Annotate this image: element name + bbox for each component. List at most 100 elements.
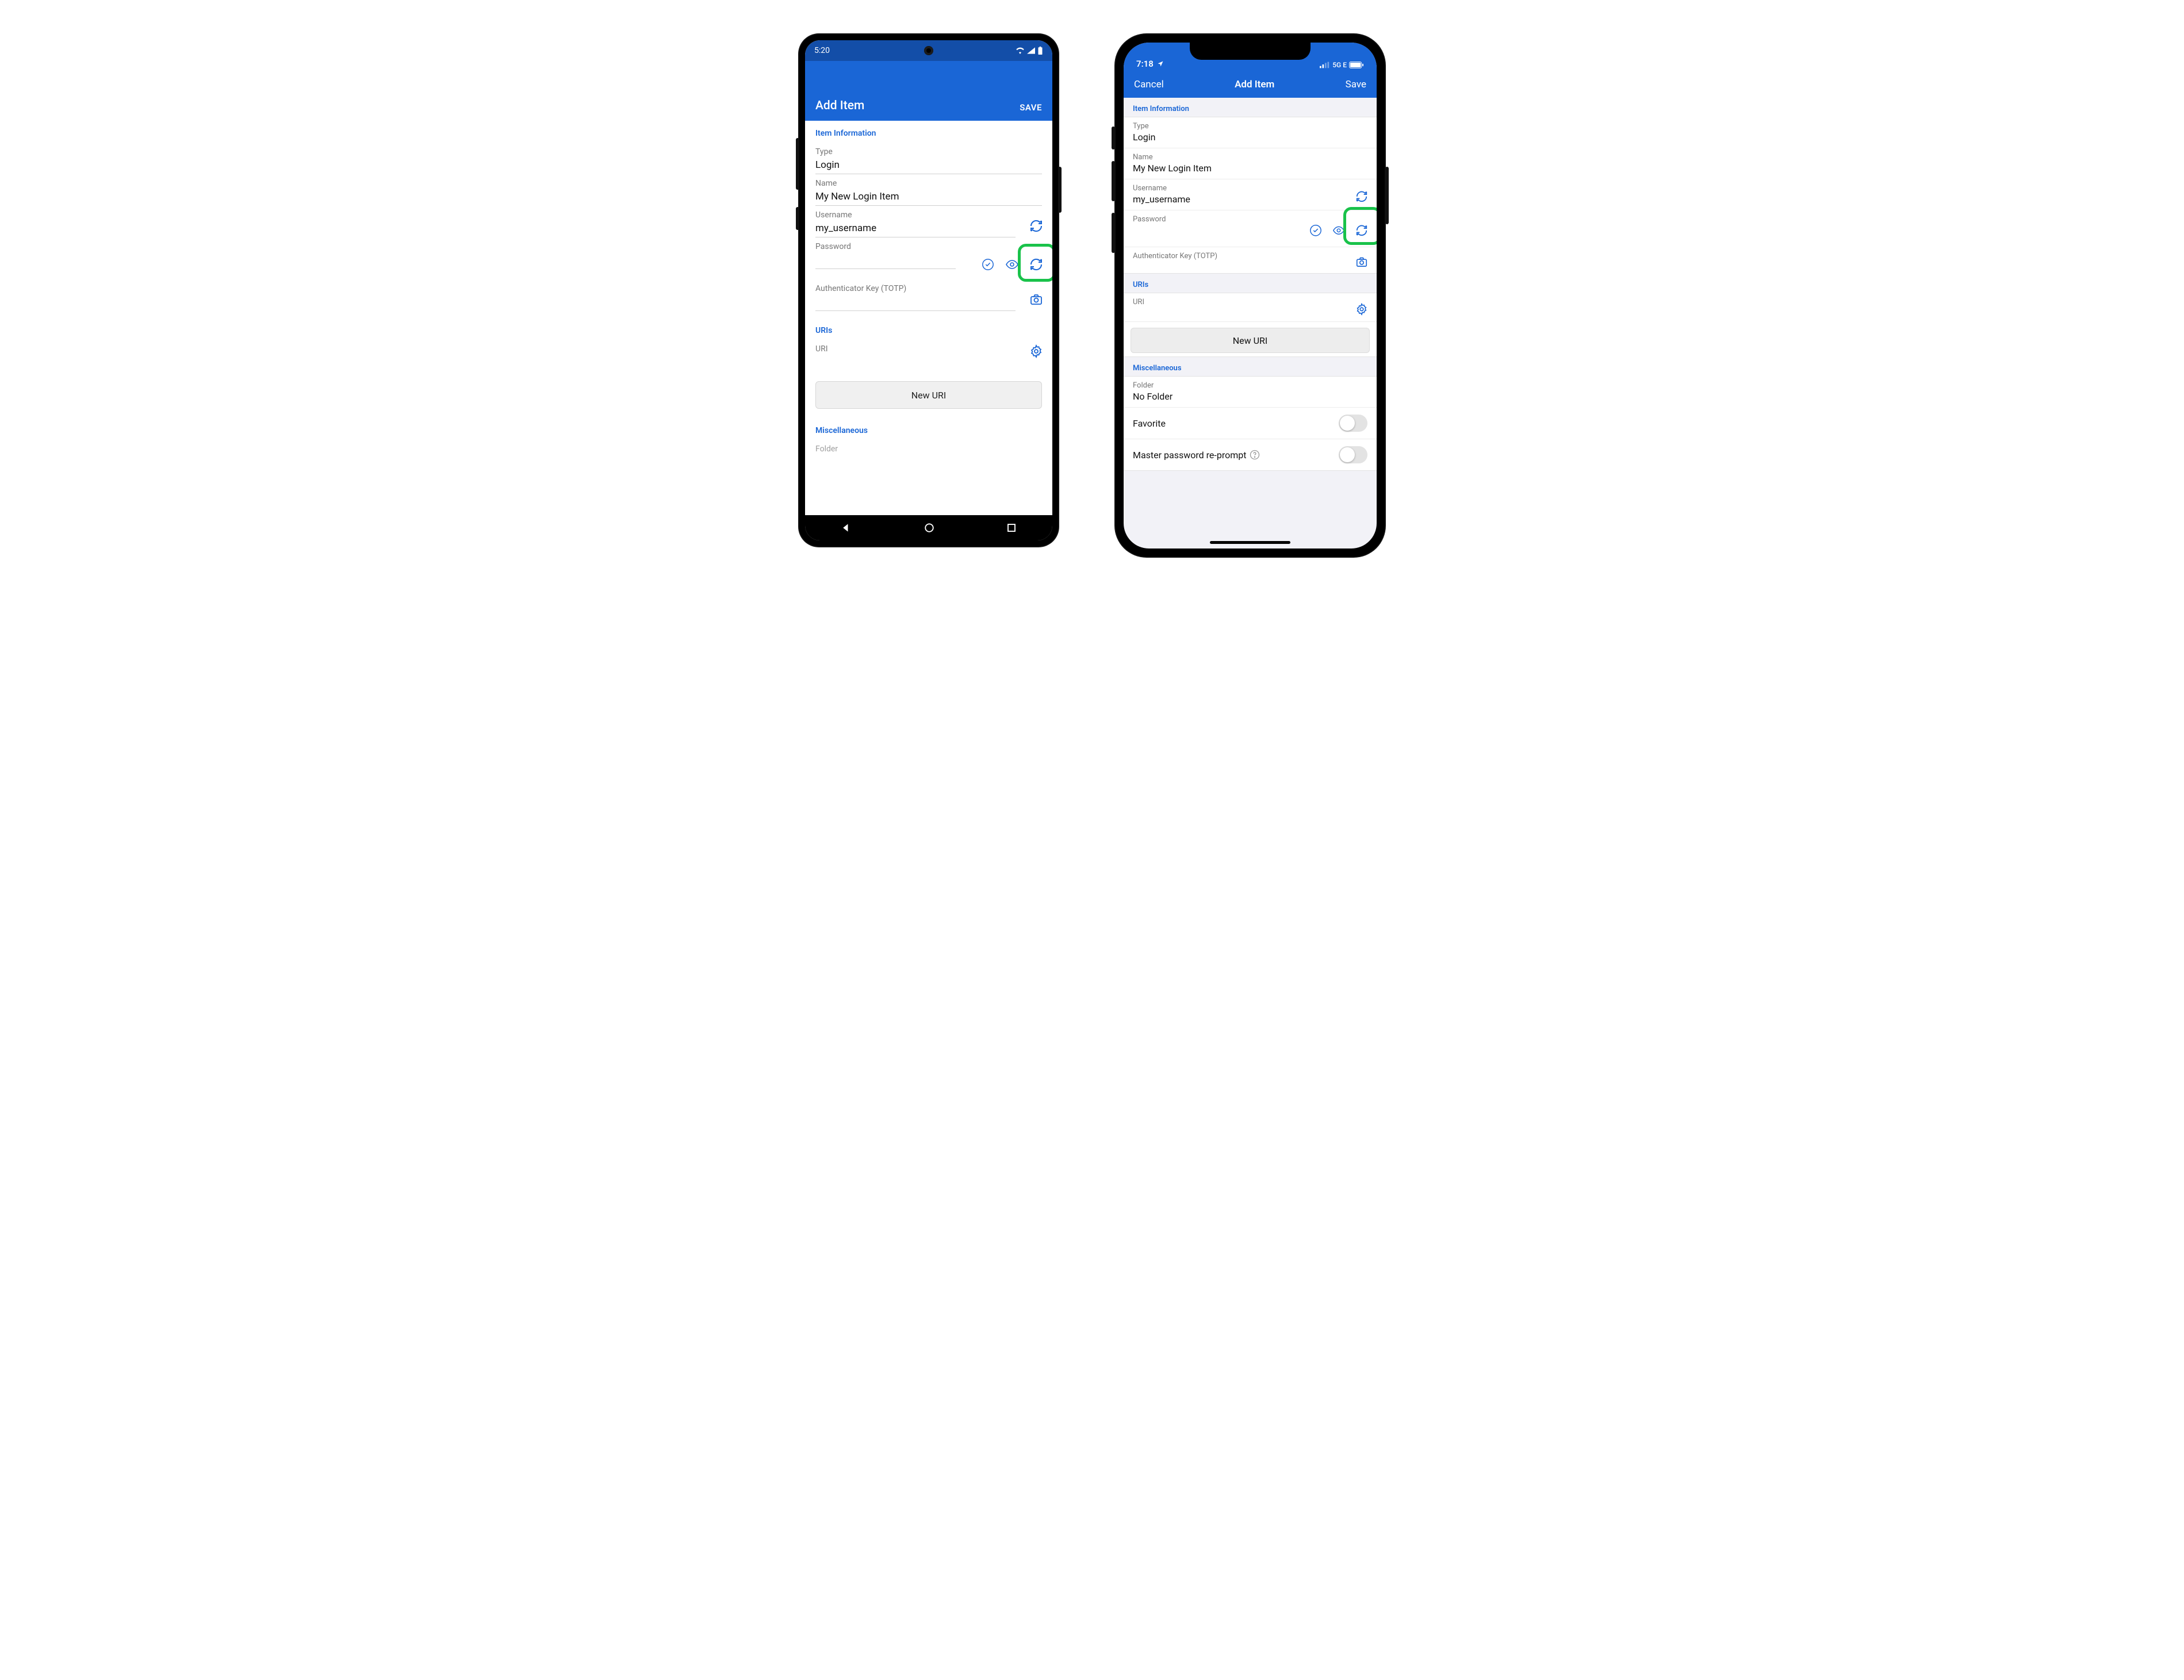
type-field[interactable]: Type Login [1124,117,1377,148]
username-label: Username [815,210,1042,220]
new-uri-label: New URI [1233,335,1267,346]
type-value: Login [1133,131,1367,143]
username-field[interactable]: Username my_username [805,206,1052,237]
username-field[interactable]: Username my_username [1124,179,1377,210]
eye-icon [1332,224,1345,236]
section-header-item-info: Item Information [1124,98,1377,117]
password-label: Password [815,242,1042,251]
help-icon[interactable] [1250,450,1260,460]
ios-device-frame: 7:18 5G E Cancel Add Item [1116,34,1385,557]
signal-icon [1320,62,1330,68]
new-uri-button[interactable]: New URI [1131,328,1370,353]
android-side-button [796,207,799,230]
ios-nav-bar: Cancel Add Item Save [1124,71,1377,98]
signal-icon [1027,47,1035,54]
folder-field[interactable]: Folder No Folder [1124,377,1377,408]
android-device-frame: 5:20 Add Item SAVE [799,34,1058,546]
type-field[interactable]: Type Login [805,143,1052,174]
ios-volume-up-button [1112,161,1115,201]
generate-password-button[interactable] [1354,222,1370,238]
ios-power-button [1385,167,1389,224]
refresh-icon [1355,224,1368,236]
battery-icon [1037,47,1043,55]
ios-volume-down-button [1112,213,1115,253]
scan-totp-button[interactable] [1354,254,1370,270]
favorite-toggle[interactable] [1339,415,1367,432]
android-punch-hole-camera [924,46,933,55]
uri-label: URI [1133,298,1367,306]
ios-scroll-content[interactable]: Item Information Type Login Name My New … [1124,98,1377,549]
ios-notch [1190,43,1311,60]
ios-statusbar-time: 7:18 [1136,59,1154,69]
section-header-item-info: Item Information [805,121,1052,143]
check-password-button[interactable] [980,256,996,273]
uri-field[interactable]: URI [1124,293,1377,322]
cancel-button[interactable]: Cancel [1134,79,1164,90]
refresh-icon [1029,258,1043,271]
uri-label: URI [815,344,1042,354]
section-header-misc: Miscellaneous [805,409,1052,440]
section-header-uris: URIs [805,311,1052,340]
ios-home-indicator[interactable] [1210,541,1290,544]
totp-field[interactable]: Authenticator Key (TOTP) [1124,247,1377,273]
nav-home-button[interactable] [924,523,934,533]
toggle-visibility-button[interactable] [1331,222,1347,238]
favorite-label: Favorite [1133,418,1166,429]
password-field[interactable]: Password [1124,210,1377,247]
scan-totp-button[interactable] [1028,291,1044,308]
folder-label: Folder [815,444,1042,454]
uri-field[interactable]: URI [805,340,1052,371]
generate-password-button[interactable] [1028,256,1044,273]
nav-recent-button[interactable] [1006,523,1017,533]
battery-icon [1349,62,1364,68]
section-header-uris: URIs [1124,274,1377,293]
reprompt-label: Master password re-prompt [1133,450,1246,461]
location-icon [1157,60,1164,67]
name-field[interactable]: Name My New Login Item [805,174,1052,206]
uri-settings-button[interactable] [1028,343,1044,359]
save-button[interactable]: Save [1346,79,1366,90]
uri-settings-button[interactable] [1354,301,1370,317]
totp-label: Authenticator Key (TOTP) [1133,252,1367,260]
totp-label: Authenticator Key (TOTP) [815,284,1042,293]
network-label: 5G E [1332,61,1347,69]
toggle-visibility-button[interactable] [1004,256,1020,273]
type-label: Type [1133,122,1367,131]
type-label: Type [815,147,1042,156]
android-statusbar-time: 5:20 [814,46,830,55]
android-statusbar: 5:20 [805,40,1052,61]
folder-value: No Folder [1133,390,1367,402]
reprompt-row[interactable]: Master password re-prompt [1124,439,1377,470]
gear-icon [1029,344,1043,358]
favorite-row[interactable]: Favorite [1124,408,1377,439]
eye-icon [1005,258,1019,271]
check-password-button[interactable] [1308,222,1324,238]
username-value: my_username [815,220,876,236]
totp-field[interactable]: Authenticator Key (TOTP) [805,276,1052,311]
folder-field[interactable]: Folder [805,440,1052,454]
name-label: Name [815,179,1042,188]
ios-mute-switch [1112,126,1115,149]
name-value: My New Login Item [1133,162,1367,174]
name-field[interactable]: Name My New Login Item [1124,148,1377,179]
new-uri-button[interactable]: New URI [815,381,1042,409]
generate-username-button[interactable] [1028,218,1044,234]
reprompt-toggle[interactable] [1339,446,1367,463]
generate-username-button[interactable] [1354,188,1370,204]
gear-icon [1355,302,1368,315]
username-label: Username [1133,184,1367,193]
name-value: My New Login Item [815,189,899,205]
password-field[interactable]: Password [805,237,1052,276]
camera-icon [1355,255,1368,268]
folder-label: Folder [1133,381,1367,390]
android-scroll-content[interactable]: Item Information Type Login Name My New … [805,121,1052,515]
android-app-bar: Add Item SAVE [805,61,1052,121]
save-button[interactable]: SAVE [1020,102,1042,113]
new-uri-label: New URI [911,390,946,401]
android-nav-bar [805,515,1052,540]
android-power-button [1058,167,1062,213]
nav-back-button[interactable] [841,522,852,534]
page-title: Add Item [815,99,864,113]
type-value: Login [815,157,840,173]
refresh-icon [1029,219,1043,233]
